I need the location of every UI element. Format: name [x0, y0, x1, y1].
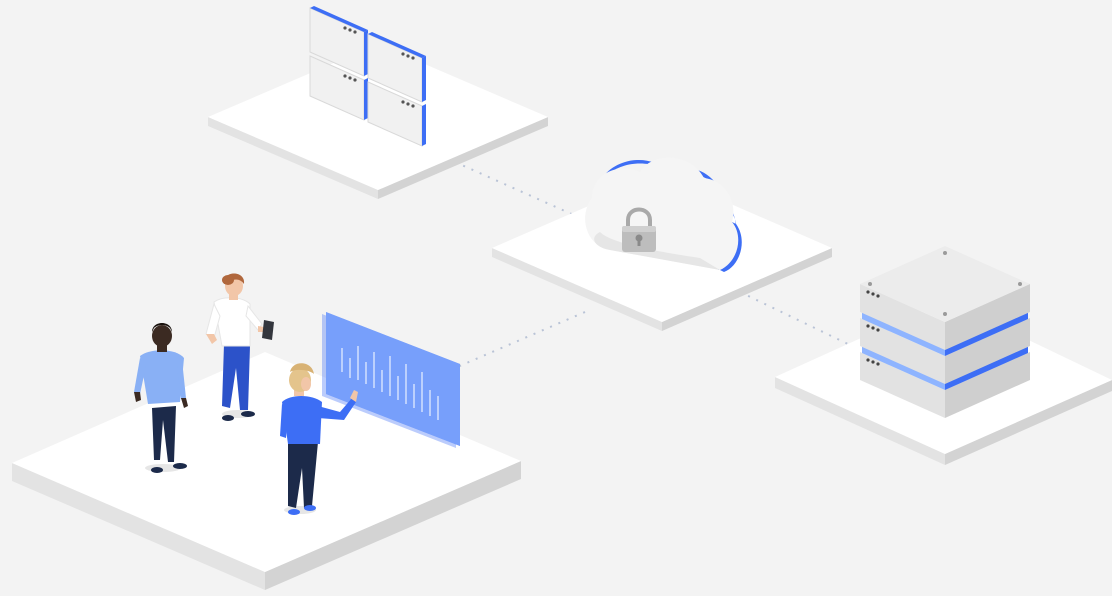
- isometric-hybrid-cloud-illustration: [0, 0, 1112, 596]
